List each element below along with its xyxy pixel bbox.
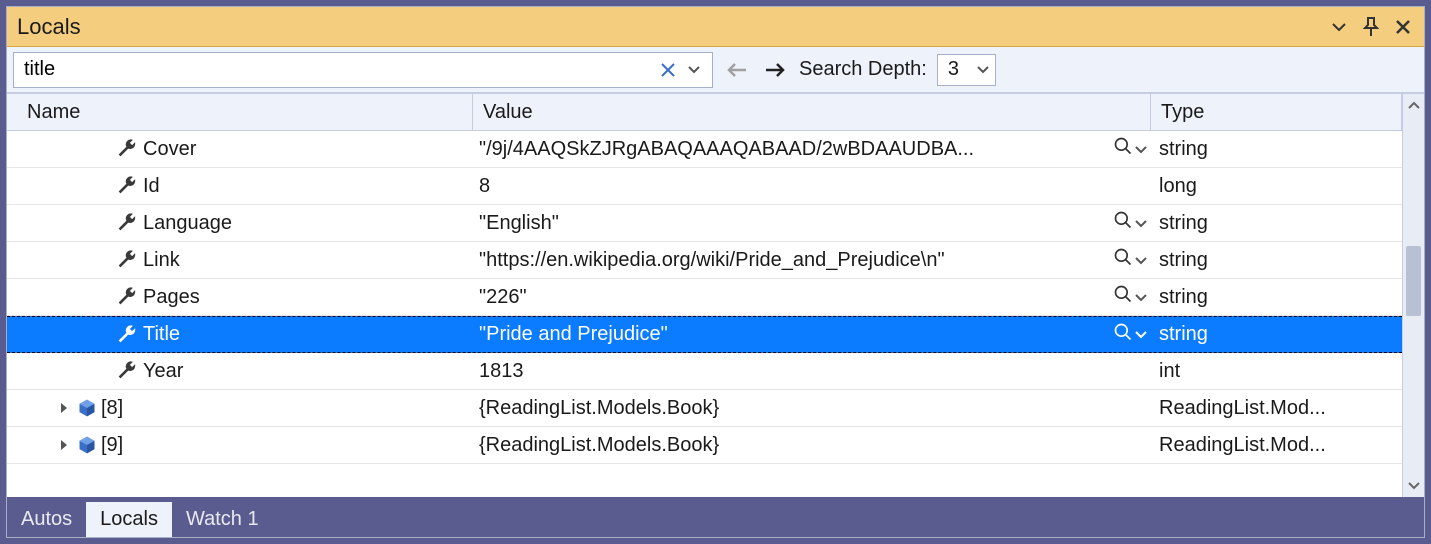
wrench-icon (113, 284, 139, 310)
variable-type: string (1159, 138, 1208, 161)
visualizer-button[interactable] (1113, 247, 1133, 273)
panel-title: Locals (17, 14, 1320, 40)
variable-value[interactable]: "English" (479, 212, 1113, 235)
variable-type: ReadingList.Mod... (1159, 434, 1326, 457)
search-depth-value: 3 (948, 58, 959, 81)
variable-row[interactable]: Pages "226" string (7, 279, 1402, 316)
titlebar: Locals (7, 7, 1424, 47)
visualizer-button[interactable] (1113, 136, 1133, 162)
grid-header-row: Name Value Type (7, 94, 1402, 131)
column-header-value[interactable]: Value (473, 94, 1151, 130)
wrench-icon (113, 173, 139, 199)
vertical-scrollbar[interactable] (1402, 94, 1424, 497)
close-icon (1395, 19, 1411, 35)
variable-row[interactable]: Year 1813 int (7, 353, 1402, 390)
pin-icon (1363, 17, 1379, 37)
variable-row[interactable]: Language "English" string (7, 205, 1402, 242)
variable-name: Title (143, 323, 180, 346)
variable-row[interactable]: Id 8 long (7, 168, 1402, 205)
toolbar: Search Depth: 3 (7, 47, 1424, 93)
column-header-name[interactable]: Name (7, 94, 473, 130)
variable-type: string (1159, 286, 1208, 309)
visualizer-dropdown[interactable] (1135, 212, 1147, 235)
tab-watch-1[interactable]: Watch 1 (172, 502, 273, 537)
variable-row[interactable]: Title "Pride and Prejudice" string (7, 316, 1402, 353)
variable-name: Language (143, 212, 232, 235)
search-dropdown-button[interactable] (682, 58, 706, 82)
expander-icon[interactable] (57, 402, 71, 414)
wrench-icon (113, 358, 139, 384)
variable-row[interactable]: Link "https://en.wikipedia.org/wiki/Pride… (7, 242, 1402, 279)
variable-row[interactable]: [8] {ReadingList.Models.Book} ReadingList.… (7, 390, 1402, 427)
visualizer-dropdown[interactable] (1135, 323, 1147, 346)
tab-locals[interactable]: Locals (86, 502, 172, 537)
variable-row[interactable]: Cover "/9j/4AAQSkZJRgABAQAAAQABAAD/2wBDAA… (7, 131, 1402, 168)
wrench-icon (113, 322, 139, 348)
object-icon (77, 398, 97, 418)
visualizer-dropdown[interactable] (1135, 138, 1147, 161)
variable-name: Id (143, 175, 160, 198)
visualizer-button[interactable] (1113, 284, 1133, 310)
variable-type: long (1159, 175, 1197, 198)
scroll-up-button[interactable] (1408, 94, 1420, 116)
window-menu-button[interactable] (1326, 14, 1352, 40)
variable-type: string (1159, 323, 1208, 346)
variable-name: [9] (101, 434, 123, 457)
search-prev-button[interactable] (723, 56, 751, 84)
visualizer-dropdown[interactable] (1135, 249, 1147, 272)
variable-name: Link (143, 249, 180, 272)
variable-type: int (1159, 360, 1180, 383)
variable-value[interactable]: 1813 (479, 360, 1151, 383)
close-button[interactable] (1390, 14, 1416, 40)
variable-type: string (1159, 212, 1208, 235)
variable-type: ReadingList.Mod... (1159, 397, 1326, 420)
scroll-down-button[interactable] (1408, 475, 1420, 497)
visualizer-button[interactable] (1113, 210, 1133, 236)
scroll-track[interactable] (1403, 116, 1424, 475)
chevron-down-icon (1332, 22, 1346, 32)
chevron-down-icon (688, 65, 700, 75)
visualizer-dropdown[interactable] (1135, 286, 1147, 309)
variable-name: Cover (143, 138, 196, 161)
column-header-type[interactable]: Type (1151, 94, 1402, 130)
locals-window: Locals Search Depth: 3 (6, 6, 1425, 538)
bottom-tabs: AutosLocalsWatch 1 (7, 497, 1424, 537)
variable-name: Year (143, 360, 183, 383)
clear-search-button[interactable] (656, 58, 680, 82)
variable-value[interactable]: {ReadingList.Models.Book} (479, 397, 1151, 420)
pin-button[interactable] (1358, 14, 1384, 40)
search-input[interactable] (24, 58, 654, 81)
variables-grid: Name Value Type Cover "/9j/4AAQSkZJRgABAQ… (7, 93, 1424, 497)
wrench-icon (113, 136, 139, 162)
search-depth-select[interactable]: 3 (937, 54, 996, 86)
variable-value[interactable]: "Pride and Prejudice" (479, 323, 1113, 346)
object-icon (77, 435, 97, 455)
arrow-left-icon (726, 62, 748, 78)
variable-name: Pages (143, 286, 200, 309)
variable-value[interactable]: "226" (479, 286, 1113, 309)
visualizer-button[interactable] (1113, 322, 1133, 348)
search-box[interactable] (13, 52, 713, 88)
search-next-button[interactable] (761, 56, 789, 84)
variable-row[interactable]: [9] {ReadingList.Models.Book} ReadingList.… (7, 427, 1402, 464)
variable-type: string (1159, 249, 1208, 272)
wrench-icon (113, 210, 139, 236)
wrench-icon (113, 247, 139, 273)
expander-icon[interactable] (57, 439, 71, 451)
scroll-thumb[interactable] (1406, 246, 1421, 316)
variable-value[interactable]: "/9j/4AAQSkZJRgABAQAAAQABAAD/2wBDAAUDBA.… (479, 138, 1113, 161)
variable-value[interactable]: {ReadingList.Models.Book} (479, 434, 1151, 457)
arrow-right-icon (764, 62, 786, 78)
search-depth-label: Search Depth: (799, 58, 927, 81)
variable-value[interactable]: 8 (479, 175, 1151, 198)
variable-name: [8] (101, 397, 123, 420)
chevron-down-icon (977, 65, 989, 75)
variable-value[interactable]: "https://en.wikipedia.org/wiki/Pride_and… (479, 249, 1113, 272)
close-icon (660, 62, 676, 78)
tab-autos[interactable]: Autos (7, 502, 86, 537)
